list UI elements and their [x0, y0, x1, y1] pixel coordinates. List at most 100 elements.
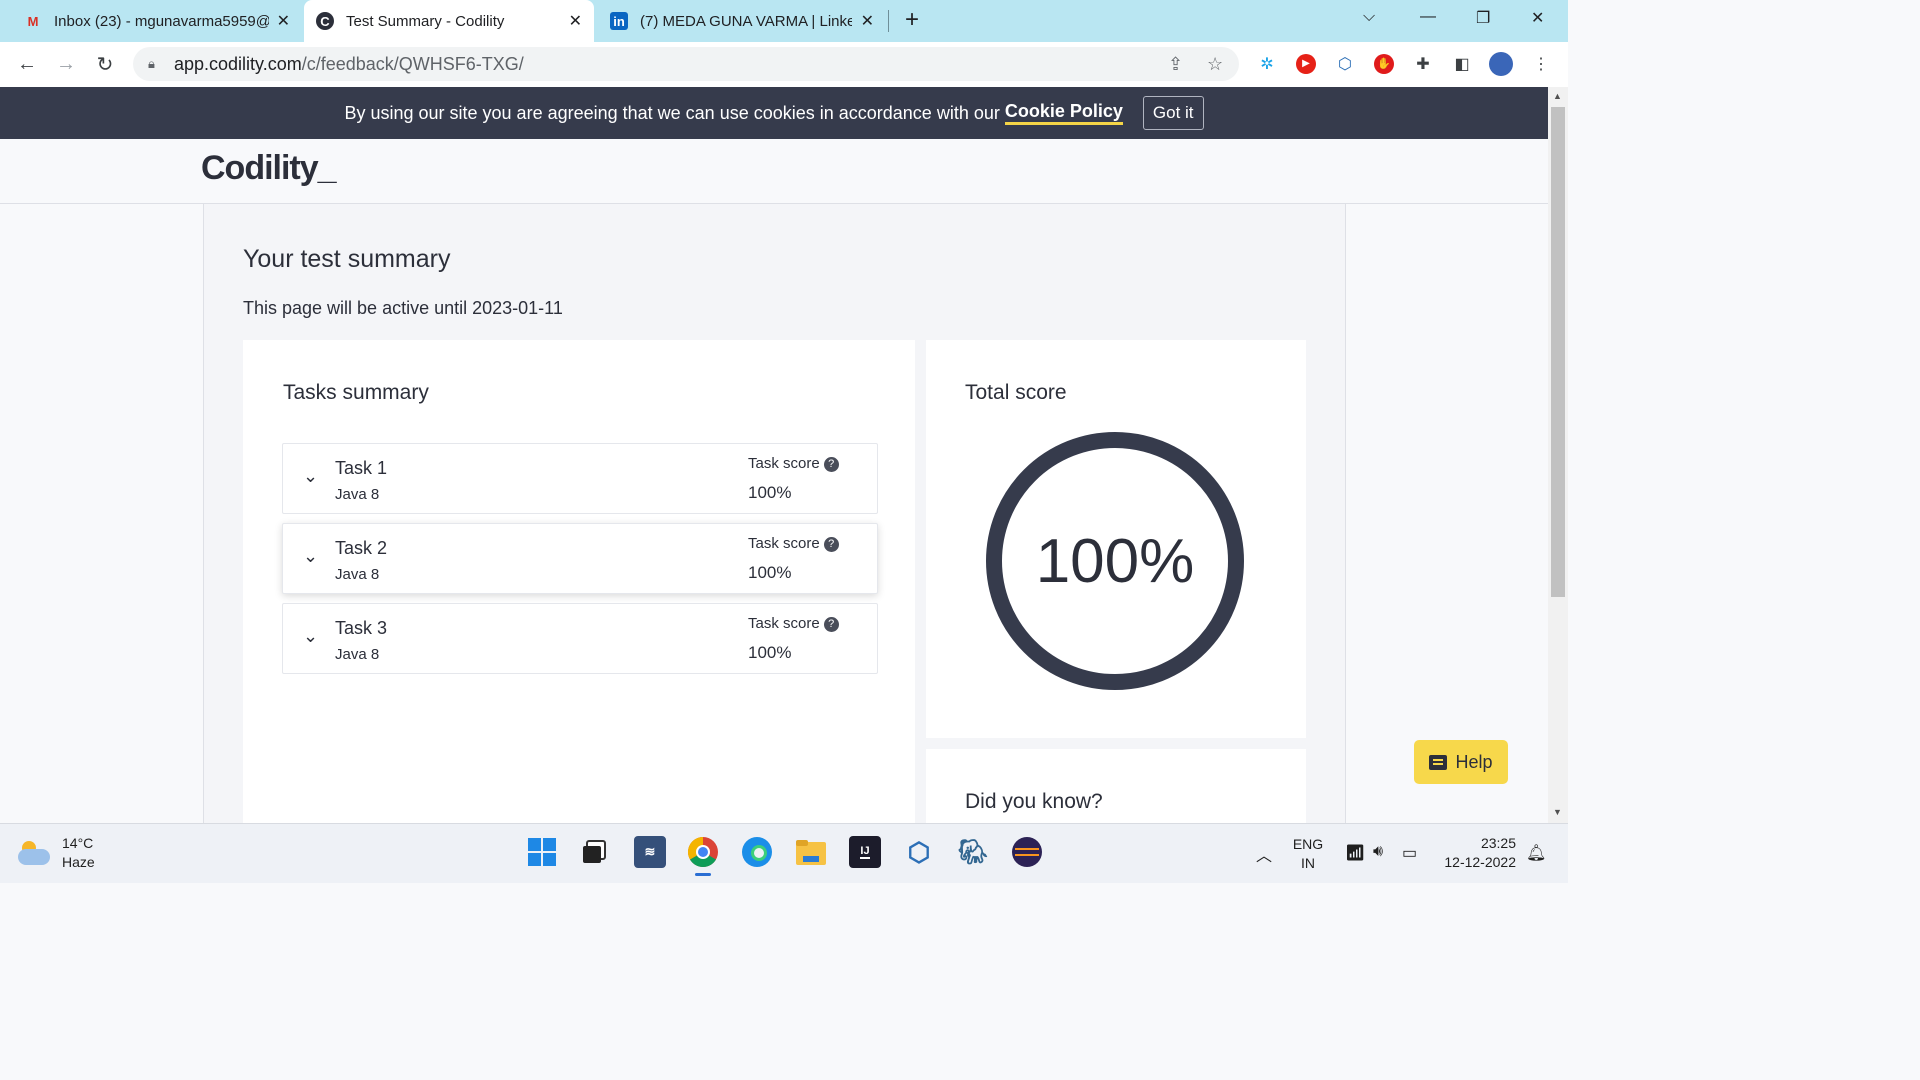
weather-temperature: 14°C: [62, 835, 94, 851]
codility-logo[interactable]: Codility_: [201, 149, 337, 188]
tab-gmail[interactable]: M Inbox (23) - mgunavarma5959@gmail.com …: [0, 0, 300, 42]
site-header: Codility_: [0, 139, 1548, 204]
wifi-icon[interactable]: 📶︎: [1345, 843, 1365, 863]
new-tab-button[interactable]: +: [905, 6, 919, 34]
cookie-policy-link[interactable]: Cookie Policy: [1004, 101, 1123, 125]
cookie-banner: By using our site you are agreeing that …: [0, 87, 1548, 139]
tab-search-icon[interactable]: ⌵: [1363, 8, 1375, 26]
lock-icon: 🔒︎: [148, 56, 155, 71]
weather-description: Haze: [62, 854, 95, 870]
extensions-puzzle-icon[interactable]: ✚: [1410, 51, 1436, 77]
task-score-value: 100%: [748, 483, 792, 502]
reload-icon[interactable]: ↻: [91, 50, 119, 78]
windows-taskbar: 14°C Haze ≋ IJ ⬡ 🐘︎ ︿ ENG IN 📶︎ 🔊︎ ▭ 23:…: [0, 823, 1568, 883]
url-text: app.codility.com/c/feedback/QWHSF6-TXG/: [174, 54, 524, 74]
chevron-up-icon[interactable]: ︿: [1256, 842, 1272, 866]
volume-icon[interactable]: 🔊︎: [1373, 843, 1383, 861]
close-icon[interactable]: ✕: [861, 11, 874, 31]
edge-icon[interactable]: [741, 836, 773, 868]
vpn-extension-icon[interactable]: ⬡: [1332, 51, 1358, 77]
side-panel-icon[interactable]: ◧: [1449, 51, 1475, 77]
minimize-icon[interactable]: —: [1420, 8, 1436, 26]
task-row[interactable]: ⌄ Task 2 Java 8 Task score? 100%: [282, 523, 878, 594]
weather-widget[interactable]: 14°C Haze: [18, 834, 95, 872]
task-view-icon[interactable]: [578, 836, 610, 868]
tab-title: (7) MEDA GUNA VARMA | LinkedIn: [640, 12, 852, 30]
browser-toolbar: ← → ↻ 🔒︎ app.codility.com/c/feedback/QWH…: [0, 42, 1568, 88]
chevron-down-icon[interactable]: ⌄: [303, 626, 318, 647]
help-circle-icon[interactable]: ?: [823, 537, 839, 552]
eclipse-icon[interactable]: [1011, 836, 1043, 868]
tasks-summary-title: Tasks summary: [283, 381, 429, 404]
browser-tab-bar: M Inbox (23) - mgunavarma5959@gmail.com …: [0, 0, 1568, 42]
chrome-icon[interactable]: [687, 836, 719, 876]
tasks-summary-panel: Tasks summary ⌄ Task 1 Java 8 Task score…: [243, 340, 915, 840]
did-you-know-title: Did you know?: [965, 790, 1103, 813]
main-content: Your test summary This page will be acti…: [203, 204, 1346, 840]
close-icon[interactable]: ✕: [277, 11, 290, 31]
help-circle-icon[interactable]: ?: [823, 457, 839, 472]
task-row[interactable]: ⌄ Task 3 Java 8 Task score? 100%: [282, 603, 878, 674]
help-label: Help: [1455, 751, 1493, 772]
help-button[interactable]: Help: [1414, 740, 1508, 784]
weather-haze-icon: [18, 841, 52, 865]
task-score-value: 100%: [748, 643, 792, 662]
input-language[interactable]: ENG IN: [1288, 835, 1328, 873]
windows-start-icon[interactable]: [526, 836, 558, 868]
chevron-down-icon[interactable]: ⌄: [303, 546, 318, 567]
chevron-down-icon[interactable]: ⌄: [303, 466, 318, 487]
task-row[interactable]: ⌄ Task 1 Java 8 Task score? 100%: [282, 443, 878, 514]
scroll-up-arrow-icon[interactable]: ▲: [1553, 91, 1562, 101]
page-title: Your test summary: [243, 245, 451, 273]
back-icon[interactable]: ←: [13, 50, 41, 78]
task-score-value: 100%: [748, 563, 792, 582]
share-icon[interactable]: ⇪: [1168, 54, 1183, 75]
total-score-title: Total score: [965, 381, 1067, 404]
task-name: Task 1: [335, 458, 388, 478]
notification-icon[interactable]: 🔔︎: [1526, 843, 1546, 863]
tab-linkedin[interactable]: in (7) MEDA GUNA VARMA | LinkedIn ✕: [598, 0, 888, 42]
active-until-text: This page will be active until 2023-01-1…: [243, 298, 563, 318]
page-scrollbar[interactable]: ▲ ▼: [1548, 87, 1568, 823]
youtube-extension-icon[interactable]: ▶: [1293, 51, 1319, 77]
linkedin-icon: in: [610, 12, 628, 30]
file-explorer-icon[interactable]: [795, 836, 827, 868]
scrollbar-thumb[interactable]: [1551, 107, 1565, 597]
scroll-down-arrow-icon[interactable]: ▼: [1553, 807, 1562, 817]
tab-separator: [888, 10, 889, 32]
restore-icon[interactable]: ❐: [1476, 8, 1490, 28]
task-score-label: Task score?: [748, 615, 839, 632]
address-bar[interactable]: 🔒︎ app.codility.com/c/feedback/QWHSF6-TX…: [133, 47, 1239, 81]
task-language: Java 8: [335, 646, 380, 663]
menu-kebab-icon[interactable]: ⋮: [1528, 51, 1554, 77]
protonvpn-icon[interactable]: ⬡: [903, 836, 935, 868]
cookie-accept-button[interactable]: Got it: [1142, 96, 1204, 130]
tab-title: Inbox (23) - mgunavarma5959@gmail.com: [54, 12, 269, 30]
postgresql-icon[interactable]: 🐘︎: [957, 836, 989, 868]
extension-icon[interactable]: ✲: [1254, 51, 1280, 77]
intellij-idea-icon[interactable]: IJ: [849, 836, 881, 868]
task-language: Java 8: [335, 566, 380, 583]
forward-icon[interactable]: →: [52, 50, 80, 78]
system-clock[interactable]: 23:25 12-12-2022: [1436, 834, 1516, 872]
task-name: Task 2: [335, 538, 388, 558]
task-name: Task 3: [335, 618, 388, 638]
task-language: Java 8: [335, 486, 380, 503]
window-close-icon[interactable]: ✕: [1531, 8, 1544, 28]
help-circle-icon[interactable]: ?: [823, 617, 839, 632]
battery-icon[interactable]: ▭: [1402, 843, 1417, 863]
mysql-workbench-icon[interactable]: ≋: [634, 836, 666, 868]
bookmark-star-icon[interactable]: ☆: [1207, 54, 1223, 75]
task-score-label: Task score?: [748, 455, 839, 472]
total-score-value: 100%: [1035, 526, 1195, 596]
tab-title: Test Summary - Codility: [346, 12, 505, 30]
tab-codility[interactable]: C Test Summary - Codility ✕: [304, 0, 594, 42]
close-icon[interactable]: ✕: [569, 11, 582, 31]
task-score-label: Task score?: [748, 535, 839, 552]
adblock-extension-icon[interactable]: ✋: [1371, 51, 1397, 77]
clock-date: 12-12-2022: [1444, 854, 1516, 870]
codility-icon: C: [316, 12, 334, 30]
chat-icon: [1429, 754, 1448, 770]
total-score-panel: Total score 100%: [926, 340, 1306, 738]
profile-avatar[interactable]: [1488, 51, 1514, 77]
